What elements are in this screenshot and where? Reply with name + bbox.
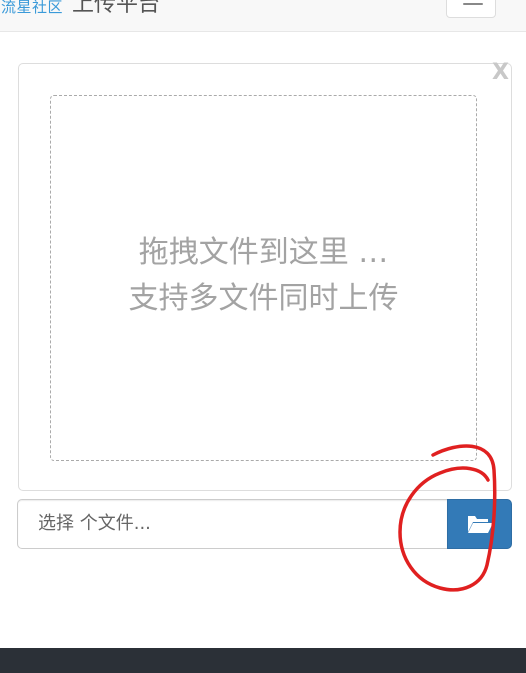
drop-zone-text: 拖拽文件到这里 … 支持多文件同时上传: [51, 230, 476, 322]
navbar-toggle-button[interactable]: [446, 0, 496, 18]
drop-zone[interactable]: 拖拽文件到这里 … 支持多文件同时上传: [50, 95, 477, 461]
navbar: 流星社区 上传平台: [0, 0, 526, 32]
browse-button[interactable]: [447, 499, 512, 549]
close-icon[interactable]: X: [492, 60, 509, 85]
file-drop-panel: X 拖拽文件到这里 … 支持多文件同时上传: [18, 60, 512, 491]
folder-open-icon: [468, 516, 493, 533]
file-input-group: 选择 个文件...: [17, 499, 512, 549]
file-caption-field[interactable]: 选择 个文件...: [17, 499, 447, 549]
brand-logo[interactable]: 流星社区: [1, 0, 63, 17]
hamburger-menu-icon: [463, 3, 483, 5]
drop-zone-line2: 支持多文件同时上传: [128, 281, 399, 316]
brand-title: 上传平台: [72, 0, 161, 17]
footer-bar: [0, 648, 526, 673]
drop-zone-line1: 拖拽文件到这里 …: [138, 235, 389, 270]
page: 流星社区 上传平台 X 拖拽文件到这里 … 支持多文件同时上传 选择 个文件..…: [0, 0, 526, 673]
